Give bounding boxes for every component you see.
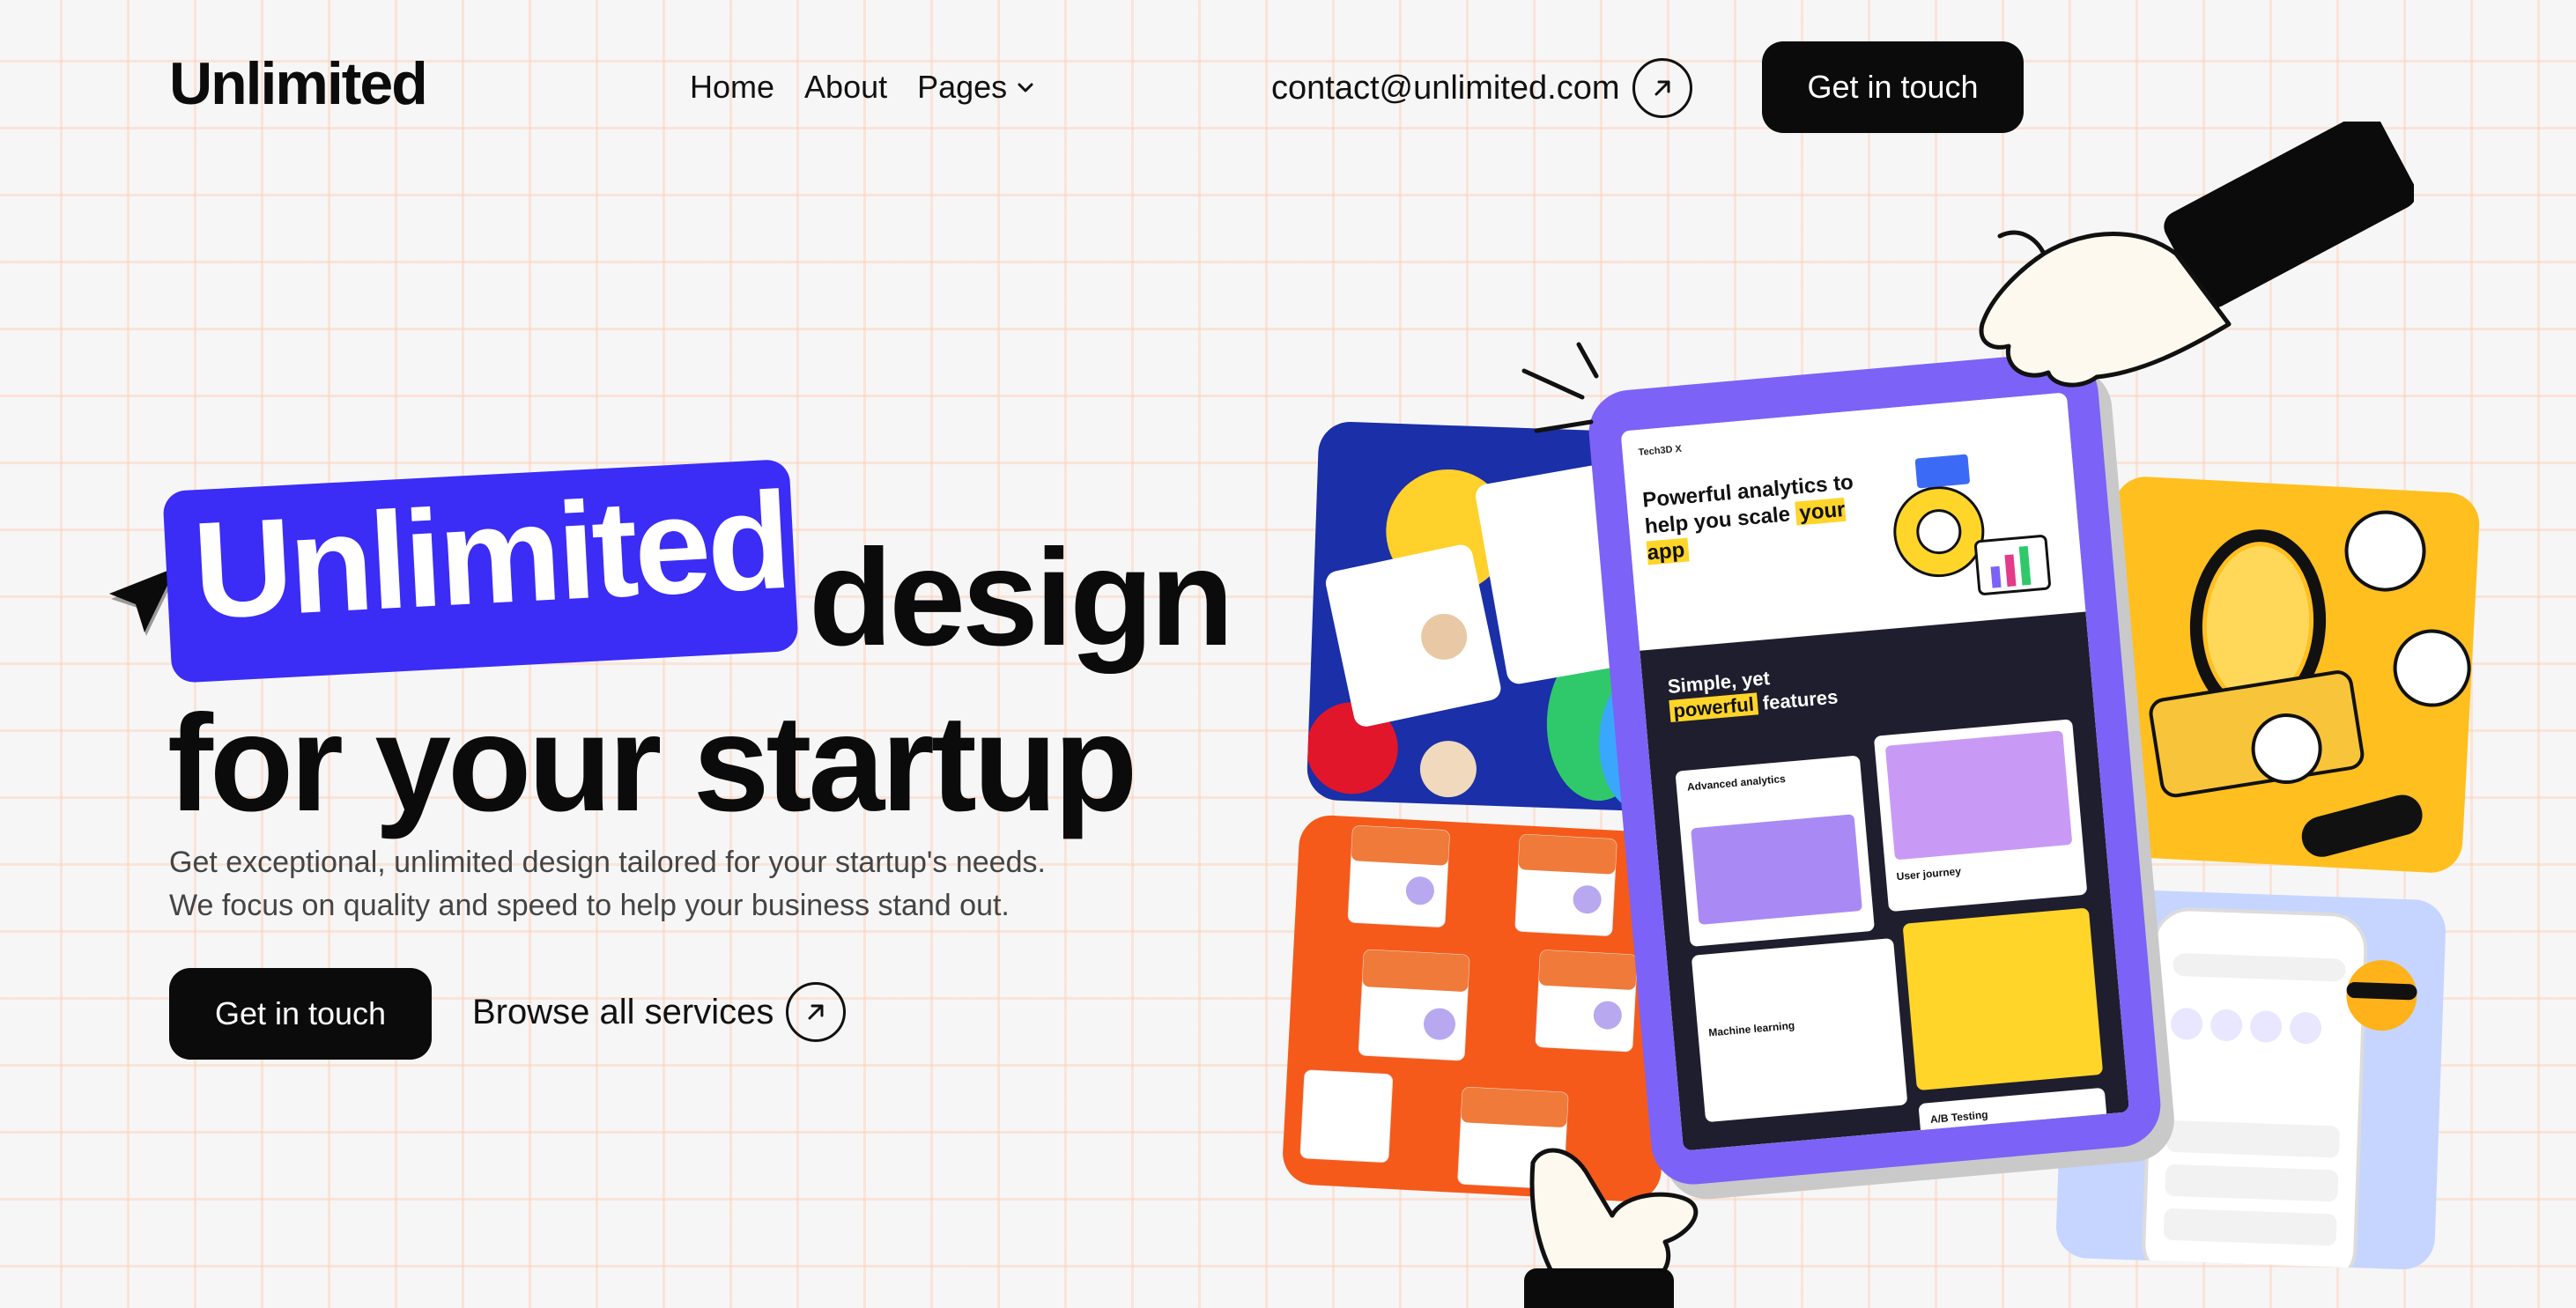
preview-tile-title: User journey xyxy=(1896,864,1962,883)
hero-get-in-touch-button[interactable]: Get in touch xyxy=(169,968,432,1060)
crypto-showcase-card xyxy=(2095,475,2482,875)
hero-subtitle-line-2: We focus on quality and speed to help yo… xyxy=(169,889,1010,922)
sparkle-icon xyxy=(1521,342,1599,433)
nav-about[interactable]: About xyxy=(804,69,887,106)
contact-email: contact@unlimited.com xyxy=(1271,69,1620,107)
nav-home[interactable]: Home xyxy=(690,69,774,106)
headline-line-2: for your startup xyxy=(167,687,1137,840)
logo[interactable]: Unlimited xyxy=(169,49,428,118)
nav-pages[interactable]: Pages xyxy=(917,69,1035,106)
preview-hero: Tech3D X Powerful analytics to help you … xyxy=(1620,392,2086,651)
headline-highlight: Unlimited xyxy=(189,463,792,648)
preview-features-title: Simple, yet powerful features xyxy=(1667,640,2068,724)
main-nav: Home About Pages xyxy=(690,69,1035,106)
headline-word: design xyxy=(809,521,1234,675)
hero-subtitle: Get exceptional, unlimited design tailor… xyxy=(169,841,1226,927)
browse-services-link[interactable]: Browse all services xyxy=(472,982,847,1042)
chevron-down-icon xyxy=(1018,83,1033,92)
preview-features-title-c: features xyxy=(1761,685,1839,714)
preview-features-title-b: powerful xyxy=(1669,692,1758,722)
hand-illustration xyxy=(1979,122,2414,388)
preview-tile-title: Advanced analytics xyxy=(1686,772,1787,794)
arrow-up-right-icon xyxy=(1632,58,1692,118)
preview-tile: User journey xyxy=(1873,719,2088,913)
browse-services-label: Browse all services xyxy=(472,992,774,1031)
preview-tile-title: A/B Testing xyxy=(1929,1108,1989,1127)
hero-subtitle-line-1: Get exceptional, unlimited design tailor… xyxy=(169,846,1046,879)
preview-features: Simple, yet powerful features Advanced a… xyxy=(1640,611,2130,1151)
arrow-up-right-icon xyxy=(786,982,847,1042)
preview-tile: Advanced analytics xyxy=(1675,755,1876,947)
preview-illustration xyxy=(1893,454,2051,595)
preview-tile xyxy=(1902,907,2104,1091)
nav-pages-label: Pages xyxy=(917,69,1008,105)
tablet-mockup: Tech3D X Powerful analytics to help you … xyxy=(1585,349,2165,1188)
header-get-in-touch-button[interactable]: Get in touch xyxy=(1762,41,2024,133)
preview-tile: Machine learning xyxy=(1691,937,1908,1123)
preview-tile-title: Machine learning xyxy=(1707,1019,1795,1039)
preview-headline: Powerful analytics to help you scale you… xyxy=(1641,469,1868,566)
preview-tile: A/B Testing xyxy=(1918,1087,2109,1151)
website-preview: Tech3D X Powerful analytics to help you … xyxy=(1620,392,2130,1151)
contact-email-link[interactable]: contact@unlimited.com xyxy=(1271,58,1692,118)
hand-illustration xyxy=(1524,1148,1699,1308)
